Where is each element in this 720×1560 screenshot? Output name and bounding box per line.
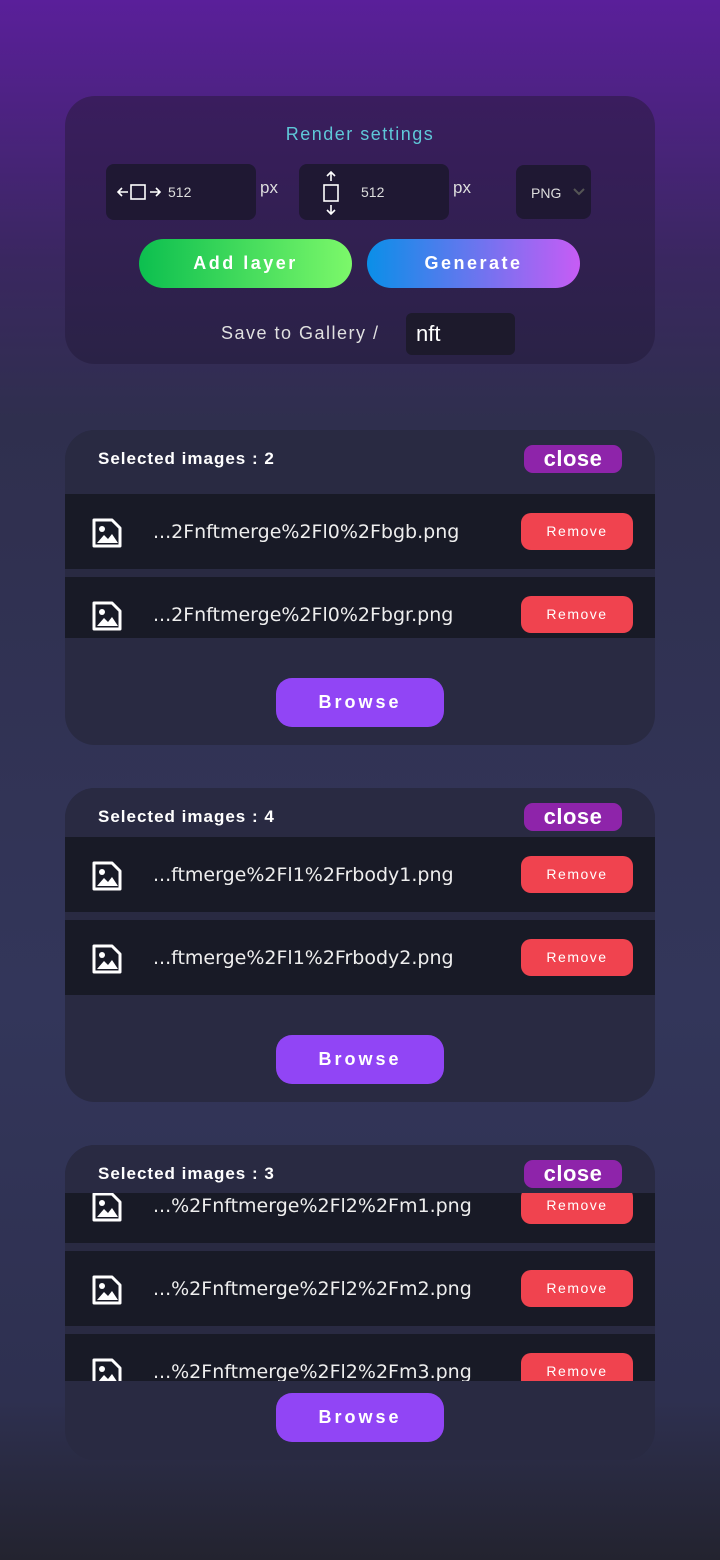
render-settings-title: Render settings xyxy=(285,124,435,144)
close-button[interactable]: close xyxy=(524,1160,622,1188)
layer-panel: Selected images : 2 close ...2Fnftmerge%2… xyxy=(65,430,655,745)
height-icon xyxy=(323,170,339,216)
remove-button[interactable]: Remove xyxy=(521,596,633,633)
image-file-icon xyxy=(90,942,124,981)
remove-button[interactable]: Remove xyxy=(521,939,633,976)
image-list[interactable]: ...ftmerge%2Fl1%2Frbody1.png Remove ...ftm… xyxy=(65,836,655,1025)
close-button[interactable]: close xyxy=(524,803,622,831)
generate-button[interactable]: Generate xyxy=(367,239,580,288)
width-input[interactable]: 512 xyxy=(106,164,256,220)
gallery-name-input[interactable]: nft xyxy=(406,313,515,355)
list-item: ...ftmerge%2Fl1%2Frbody1.png Remove xyxy=(65,837,655,912)
image-file-icon xyxy=(90,1356,124,1381)
file-name: ...%2Fnftmerge%2Fl2%2Fm3.png xyxy=(153,1361,472,1381)
browse-button[interactable]: Browse xyxy=(276,1035,444,1084)
image-list[interactable]: ...%2Fnftmerge%2Fl2%2Fm1.png Remove ...%2F… xyxy=(65,1193,655,1381)
add-layer-button[interactable]: Add layer xyxy=(139,239,352,288)
layer-header: Selected images : 4 close xyxy=(65,788,655,836)
browse-button[interactable]: Browse xyxy=(276,1393,444,1442)
file-name: ...ftmerge%2Fl1%2Frbody2.png xyxy=(153,947,454,969)
image-file-icon xyxy=(90,1193,124,1229)
list-item: ...%2Fnftmerge%2Fl2%2Fm1.png Remove xyxy=(65,1193,655,1243)
width-icon xyxy=(116,184,162,200)
remove-button[interactable]: Remove xyxy=(521,1270,633,1307)
remove-button[interactable]: Remove xyxy=(521,513,633,550)
image-file-icon xyxy=(90,599,124,638)
image-file-icon xyxy=(90,516,124,555)
list-item: ...%2Fnftmerge%2Fl2%2Fm2.png Remove xyxy=(65,1251,655,1326)
image-list[interactable]: ...2Fnftmerge%2Fl0%2Fbgb.png Remove ...2Fn… xyxy=(65,494,655,638)
layer-header: Selected images : 3 close xyxy=(65,1145,655,1193)
height-value: 512 xyxy=(361,184,385,200)
file-name: ...%2Fnftmerge%2Fl2%2Fm2.png xyxy=(153,1278,472,1300)
list-item: ...2Fnftmerge%2Fl0%2Fbgb.png Remove xyxy=(65,494,655,569)
layer-header: Selected images : 2 close xyxy=(65,430,655,478)
browse-button[interactable]: Browse xyxy=(276,678,444,727)
remove-button[interactable]: Remove xyxy=(521,856,633,893)
layer-panel: Selected images : 4 close ...ftmerge%2Fl1… xyxy=(65,788,655,1102)
remove-button[interactable]: Remove xyxy=(521,1193,633,1224)
selected-count: Selected images : 3 xyxy=(98,1164,275,1183)
format-value: PNG xyxy=(531,185,562,201)
selected-count: Selected images : 2 xyxy=(98,449,275,468)
remove-button[interactable]: Remove xyxy=(521,1353,633,1381)
render-settings-panel: Render settings 512 px 512 px PNG Add la… xyxy=(65,96,655,364)
format-select[interactable]: PNG xyxy=(516,165,591,219)
height-unit: px xyxy=(453,178,471,197)
save-to-gallery-label: Save to Gallery / xyxy=(221,323,380,343)
list-item: ...ftmerge%2Fl1%2Frbody2.png Remove xyxy=(65,920,655,995)
file-name: ...%2Fnftmerge%2Fl2%2Fm1.png xyxy=(153,1195,472,1217)
chevron-down-icon xyxy=(573,188,585,196)
close-button[interactable]: close xyxy=(524,445,622,473)
selected-count: Selected images : 4 xyxy=(98,807,275,826)
file-name: ...ftmerge%2Fl1%2Frbody1.png xyxy=(153,864,454,886)
width-unit: px xyxy=(260,178,278,197)
file-name: ...2Fnftmerge%2Fl0%2Fbgr.png xyxy=(153,604,454,626)
height-input[interactable]: 512 xyxy=(299,164,449,220)
layer-panel: Selected images : 3 close ...%2Fnftmerge%… xyxy=(65,1145,655,1460)
file-name: ...2Fnftmerge%2Fl0%2Fbgb.png xyxy=(153,521,460,543)
list-item: ...%2Fnftmerge%2Fl2%2Fm3.png Remove xyxy=(65,1334,655,1381)
image-file-icon xyxy=(90,1273,124,1312)
image-file-icon xyxy=(90,859,124,898)
width-value: 512 xyxy=(168,184,192,200)
list-item: ...2Fnftmerge%2Fl0%2Fbgr.png Remove xyxy=(65,577,655,638)
